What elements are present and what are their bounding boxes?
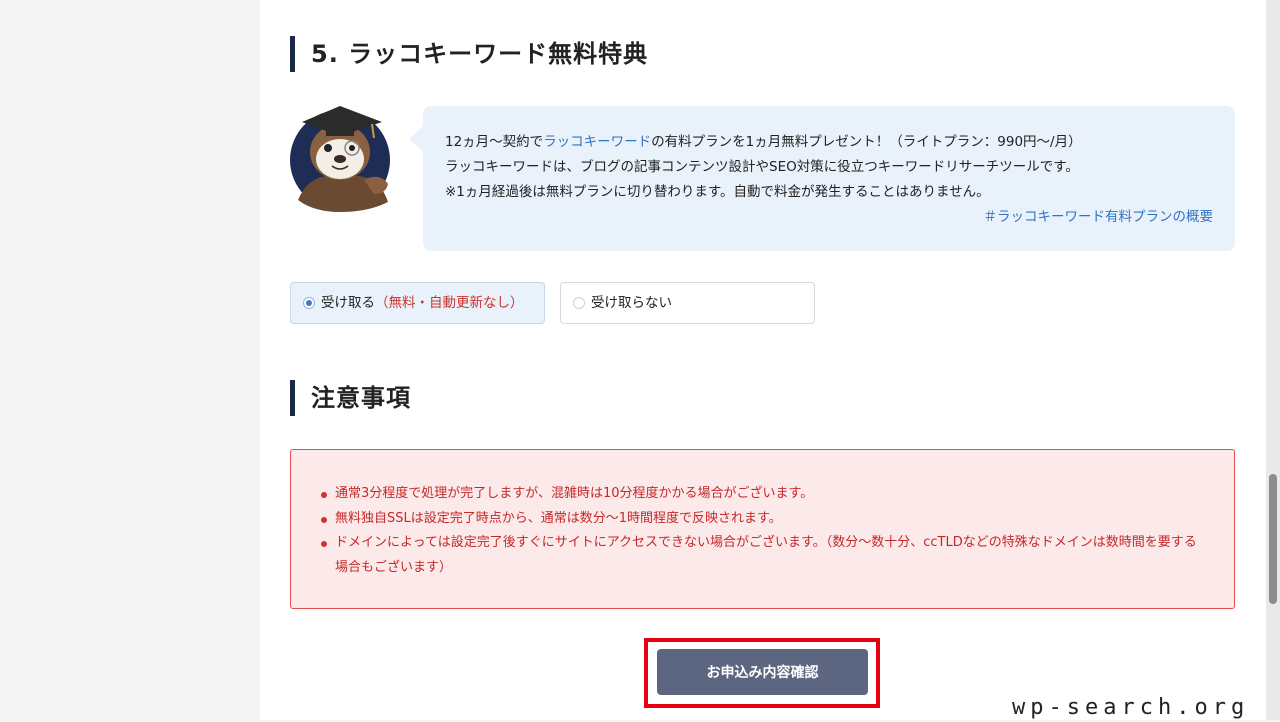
notice-list: 通常3分程度で処理が完了しますが、混雑時は10分程度かかる場合がございます。 無…: [321, 482, 1204, 580]
notice-box: 通常3分程度で処理が完了しますが、混雑時は10分程度かかる場合がございます。 無…: [290, 449, 1235, 609]
scrollbar-thumb[interactable]: [1269, 474, 1277, 604]
radio-selected-icon[interactable]: [303, 297, 315, 309]
decline-option[interactable]: 受け取らない: [560, 282, 815, 324]
receive-note: （無料・自動更新なし）: [375, 295, 524, 311]
radio-unselected-icon[interactable]: [573, 297, 585, 309]
campaign-section-title: 5. ラッコキーワード無料特典: [290, 36, 648, 72]
receive-option[interactable]: 受け取る（無料・自動更新なし）: [290, 282, 545, 324]
decline-label: 受け取らない: [591, 295, 672, 311]
campaign-info-bubble: 12ヵ月〜契約でラッコキーワードの有料プランを1ヵ月無料プレゼント！（ライトプラ…: [409, 106, 1235, 251]
sea-otter-mascot-icon: [290, 106, 390, 212]
rakko-keyword-link[interactable]: ラッコキーワード: [543, 134, 651, 150]
receive-label: 受け取る: [321, 295, 375, 311]
notice-item: 通常3分程度で処理が完了しますが、混雑時は10分程度かかる場合がございます。: [321, 482, 1204, 507]
notes-section-title: 注意事項: [290, 380, 411, 416]
scrollbar-track[interactable]: [1266, 0, 1280, 720]
campaign-line-3: ※1ヵ月経過後は無料プランに切り替わります。自動で料金が発生することはありません…: [445, 184, 990, 200]
watermark: wp-search.org: [1012, 695, 1250, 720]
campaign-line-2: ラッコキーワードは、ブログの記事コンテンツ設計やSEO対策に役立つキーワードリサ…: [445, 159, 1079, 175]
confirm-application-button[interactable]: お申込み内容確認: [657, 649, 868, 695]
notice-item: ドメインによっては設定完了後すぐにサイトにアクセスできない場合がございます。（数…: [321, 531, 1204, 580]
notice-item: 無料独自SSLは設定完了時点から、通常は数分〜1時間程度で反映されます。: [321, 507, 1204, 532]
campaign-line-1: 12ヵ月〜契約でラッコキーワードの有料プランを1ヵ月無料プレゼント！（ライトプラ…: [445, 134, 1082, 150]
left-gutter: [0, 0, 260, 720]
plan-overview-link[interactable]: ＃ラッコキーワード有料プランの概要: [445, 205, 1214, 230]
